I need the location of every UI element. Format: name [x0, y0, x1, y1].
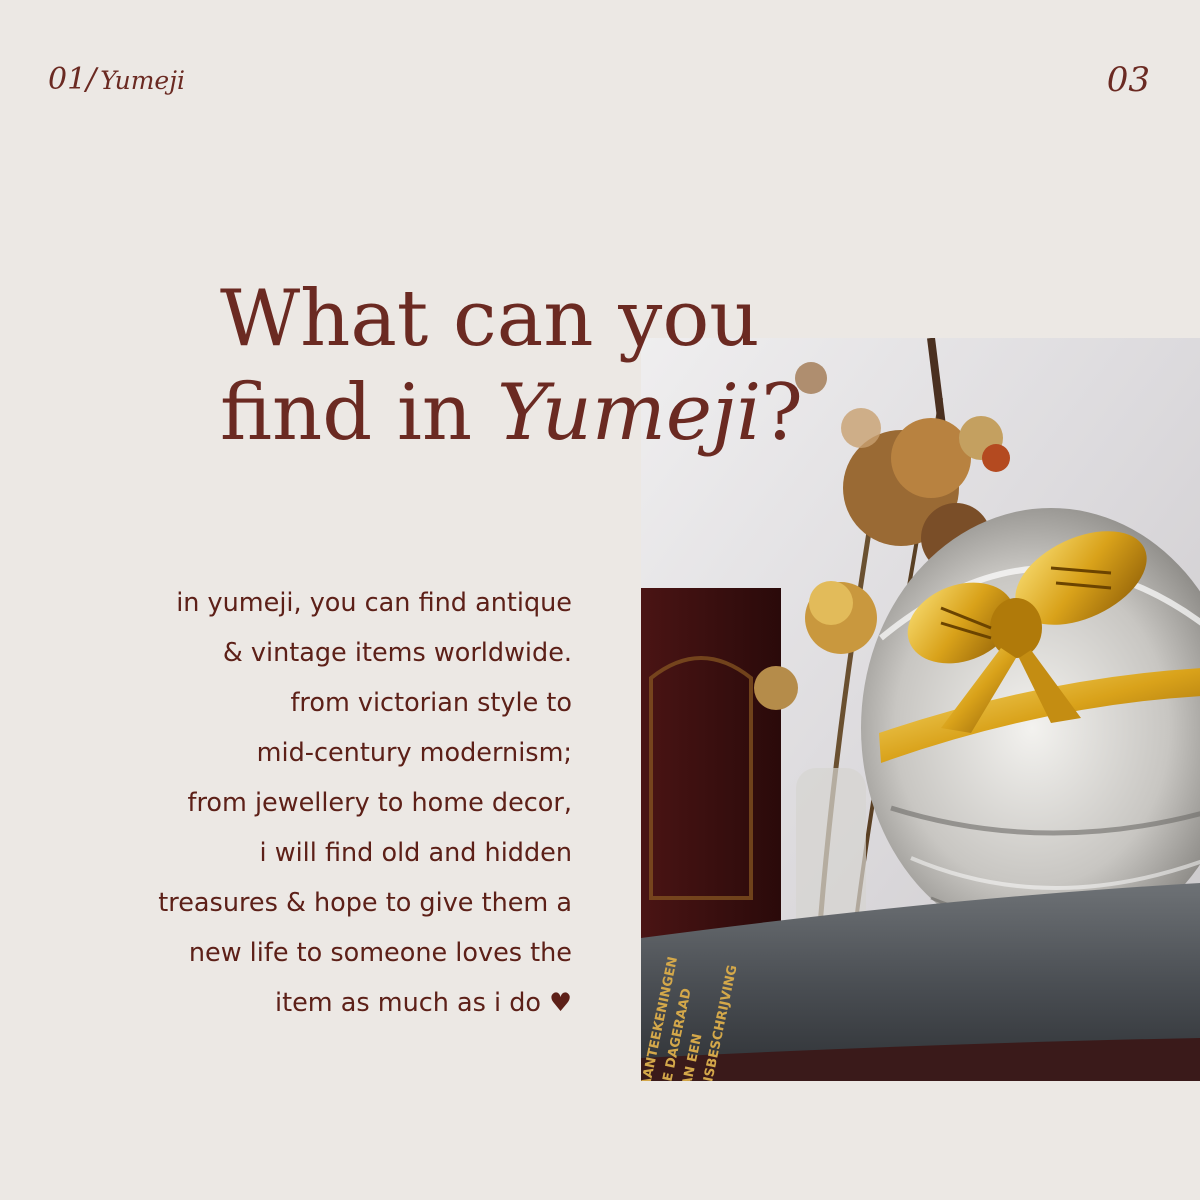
series-number: 01/ — [48, 62, 97, 97]
headline-brand: Yumeji — [496, 368, 762, 458]
description-line: & vintage items worldwide. — [222, 638, 572, 668]
headline-question-mark: ? — [761, 368, 803, 458]
headline: What can you find in Yumeji? — [220, 272, 840, 460]
description-line: new life to someone loves the — [188, 938, 572, 968]
description-line: from victorian style to — [290, 688, 572, 718]
description-line: item as much as i do ♥ — [275, 988, 572, 1018]
description-line: mid-century modernism; — [256, 738, 572, 768]
series-label: 01/Yumeji — [48, 62, 185, 97]
headline-line-1: What can you — [220, 274, 760, 364]
page-number: 03 — [1106, 60, 1150, 100]
red-book — [641, 588, 781, 948]
description-line: from jewellery to home decor, — [187, 788, 573, 818]
description-line: in yumeji, you can find antique — [176, 588, 572, 618]
description-line: treasures & hope to give them a — [158, 888, 572, 918]
description-line: i will find old and hidden — [259, 838, 572, 868]
description-text: in yumeji, you can find antique & vintag… — [60, 578, 572, 1028]
headline-line-2-start: find in — [220, 368, 497, 458]
headline-line-2: find in Yumeji? — [220, 366, 840, 460]
brand-name: Yumeji — [100, 66, 185, 95]
